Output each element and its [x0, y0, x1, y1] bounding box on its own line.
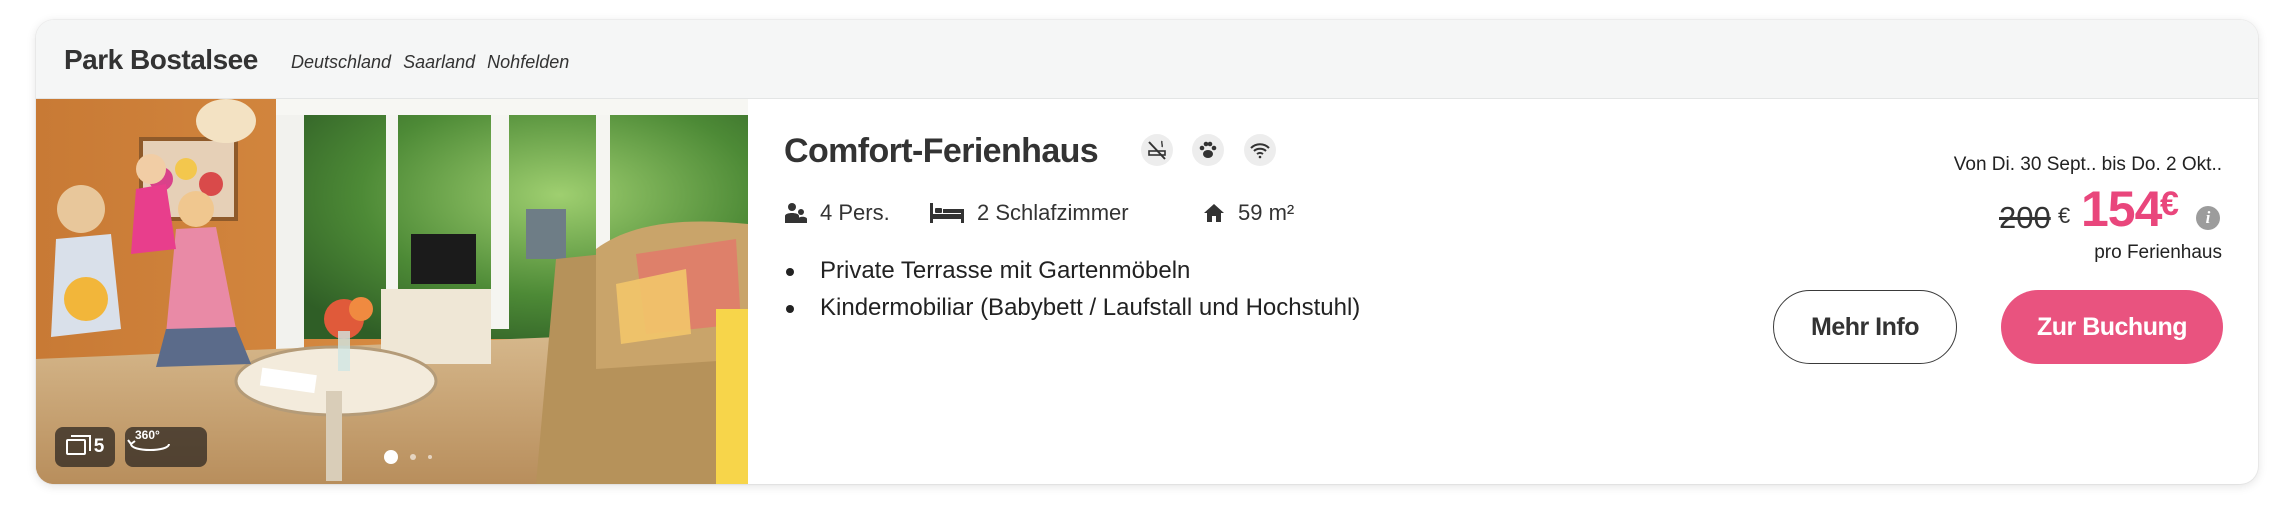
panorama-label: 360°	[135, 428, 160, 442]
photo-count-badge[interactable]: 5	[55, 427, 115, 467]
accommodation-title[interactable]: Comfort-Ferienhaus	[784, 132, 1099, 171]
living-area: 59 m²	[1238, 200, 1295, 225]
persons-fact: 4 Pers.	[784, 200, 890, 226]
date-range: Von Di. 30 Sept.. bis Do. 2 Okt..	[1953, 154, 2222, 175]
area-fact: 59 m²	[1202, 200, 1294, 226]
book-button[interactable]: Zur Buchung	[2001, 290, 2223, 364]
persons-icon	[785, 203, 807, 223]
carousel-dot[interactable]	[384, 450, 398, 464]
old-price: 200	[1999, 200, 2051, 235]
bedrooms-fact: 2 Schlafzimmer	[929, 200, 1129, 226]
card-header: Park Bostalsee Deutschland Saarland Nohf…	[36, 20, 2258, 99]
old-price-currency: €	[2058, 203, 2071, 228]
carousel-dot[interactable]	[428, 455, 432, 459]
new-price: 154	[2081, 181, 2162, 237]
accommodation-photo[interactable]: 5 360°	[36, 99, 748, 484]
wifi-icon	[1244, 134, 1276, 166]
location-country: Deutschland	[291, 52, 392, 72]
price-unit: pro Ferienhaus	[2094, 242, 2222, 263]
carousel-dot[interactable]	[410, 454, 416, 460]
accommodation-card: Park Bostalsee Deutschland Saarland Nohf…	[36, 20, 2258, 484]
bedrooms-count: 2 Schlafzimmer	[977, 200, 1129, 225]
carousel-dots[interactable]	[384, 450, 432, 464]
more-info-button[interactable]: Mehr Info	[1773, 290, 1957, 364]
park-name[interactable]: Park Bostalsee	[64, 44, 258, 76]
gallery-icon	[65, 435, 91, 455]
persons-count: 4 Pers.	[820, 200, 890, 225]
house-icon	[1204, 204, 1224, 222]
pets-paw-icon	[1192, 134, 1224, 166]
feature-item: Private Terrasse mit Gartenmöbeln	[785, 252, 1360, 289]
location-region: Saarland	[403, 52, 476, 72]
rotate-360-icon: 360°	[127, 428, 170, 451]
feature-item: Kindermobiliar (Babybett / Laufstall und…	[785, 289, 1360, 326]
panorama-360-button[interactable]: 360°	[125, 427, 207, 467]
photo-count: 5	[93, 436, 105, 457]
new-price-currency: €	[2160, 185, 2179, 223]
location-breadcrumb: Deutschland Saarland Nohfelden	[291, 52, 576, 73]
bed-icon	[930, 203, 964, 223]
location-town: Nohfelden	[487, 52, 570, 72]
no-smoking-icon	[1141, 134, 1173, 166]
feature-list: Private Terrasse mit Gartenmöbeln Kinder…	[784, 252, 1360, 326]
price-info-icon[interactable]: i	[2196, 206, 2220, 230]
